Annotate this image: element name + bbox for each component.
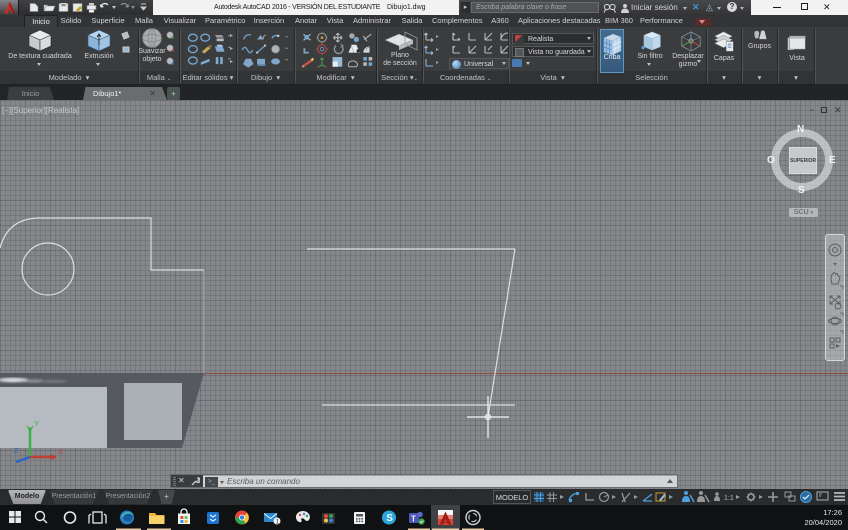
- svg-text:Y: Y: [34, 419, 39, 428]
- svg-text:1:1: 1:1: [724, 495, 734, 502]
- svg-text:X: X: [58, 447, 63, 456]
- svg-text:Z: Z: [14, 446, 19, 455]
- svg-text:T: T: [411, 514, 416, 523]
- svg-text:S: S: [386, 513, 393, 524]
